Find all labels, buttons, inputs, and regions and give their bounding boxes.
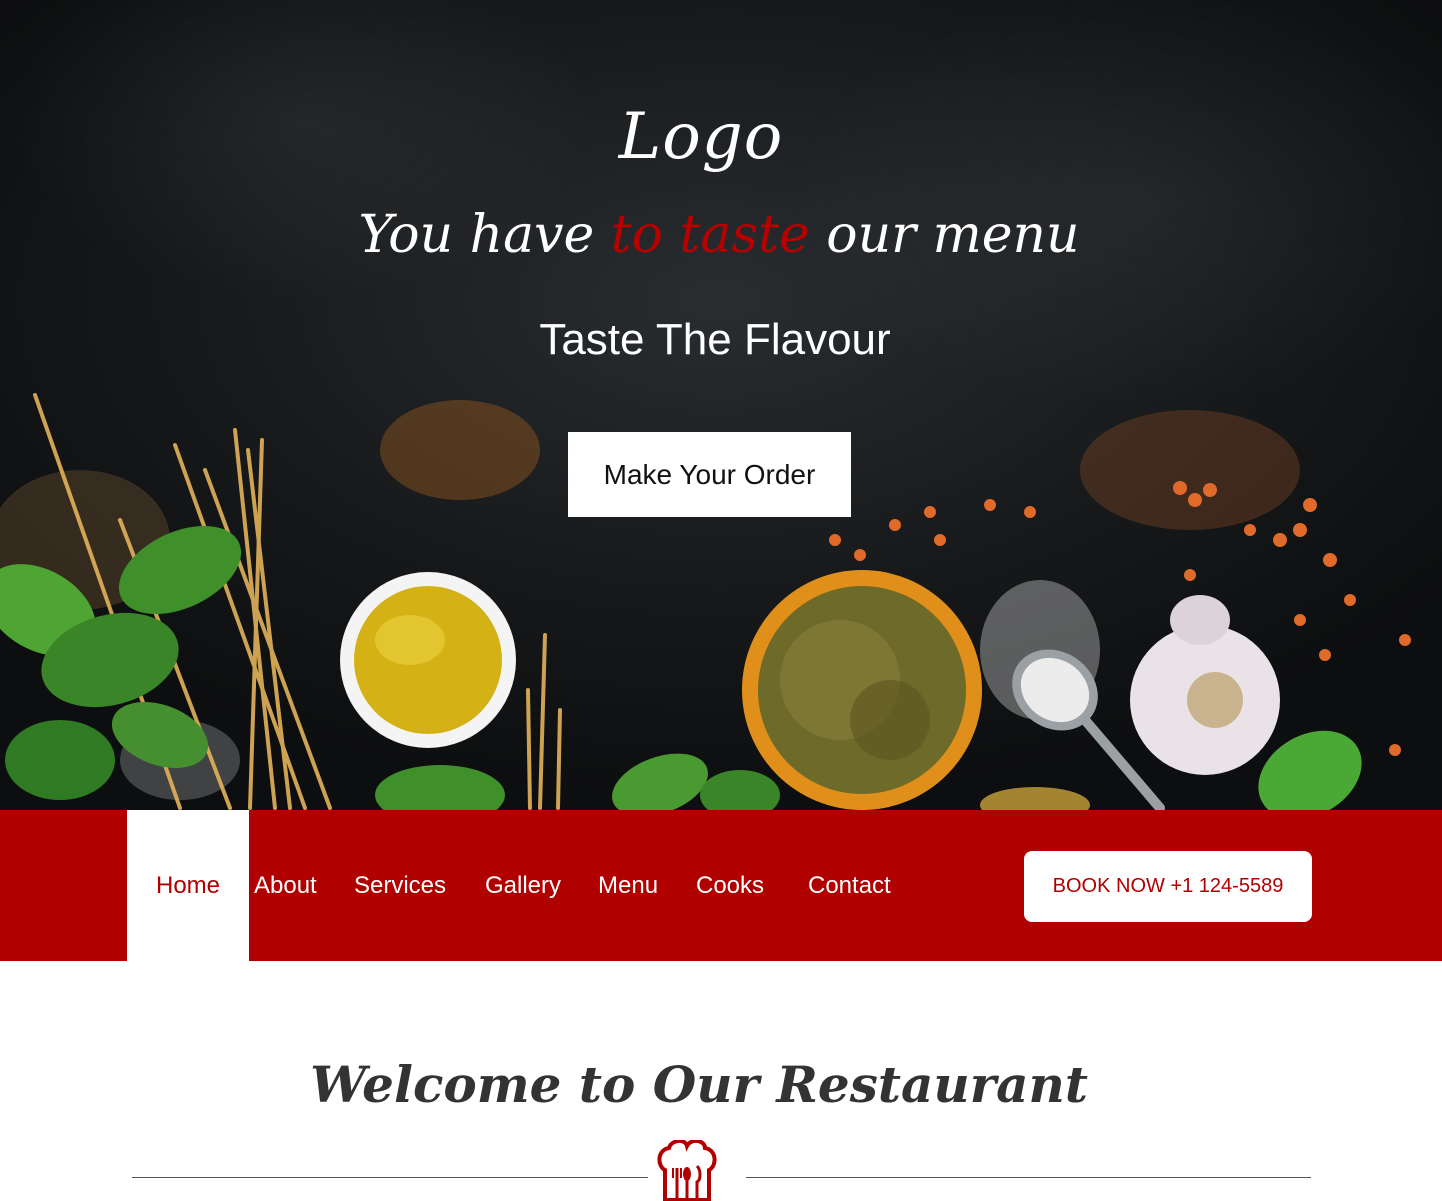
chef-hat-cutlery-icon (657, 1140, 717, 1201)
nav-item-contact[interactable]: Contact (808, 810, 891, 961)
nav-item-about[interactable]: About (254, 810, 317, 961)
logo[interactable]: Logo (0, 100, 1402, 174)
hero-section: Logo You have to taste our menu Taste Th… (0, 0, 1442, 810)
nav-item-cooks[interactable]: Cooks (696, 810, 764, 961)
nav-item-gallery[interactable]: Gallery (485, 810, 561, 961)
divider-left (132, 1177, 648, 1178)
nav-item-services[interactable]: Services (354, 810, 446, 961)
welcome-title: Welcome to Our Restaurant (310, 1055, 1088, 1114)
tagline-accent: to taste (610, 205, 810, 265)
tagline-end: our menu (809, 205, 1080, 265)
tagline-start: You have (358, 205, 611, 265)
nav-item-menu[interactable]: Menu (598, 810, 658, 961)
divider-right (746, 1177, 1311, 1178)
book-now-button[interactable]: BOOK NOW +1 124-5589 (1024, 851, 1312, 922)
nav-item-home[interactable]: Home (127, 810, 249, 961)
main-nav: Home About Services Gallery Menu Cooks C… (0, 810, 1442, 961)
hero-subtitle: Taste The Flavour (539, 315, 891, 364)
make-order-button[interactable]: Make Your Order (568, 432, 851, 517)
hero-tagline: You have to taste our menu (0, 205, 1438, 265)
